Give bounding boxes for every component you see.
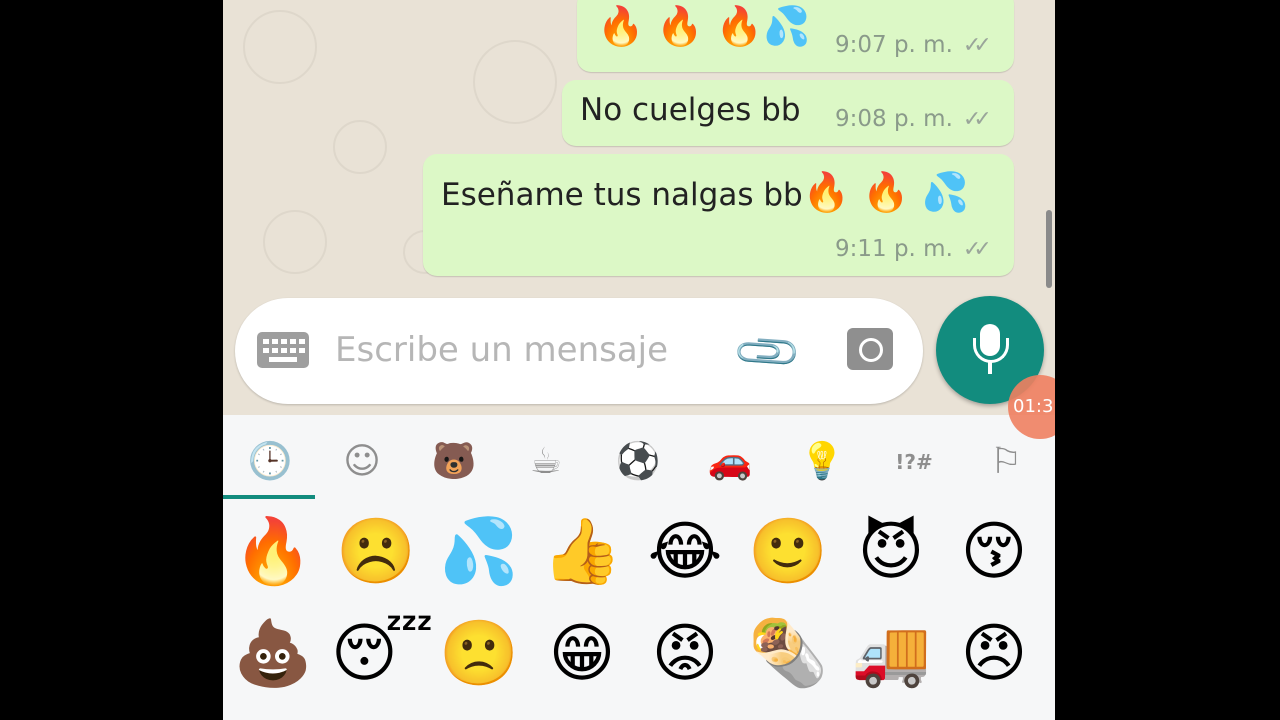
message-meta: 9:11 p. m. ✓✓ — [835, 236, 992, 262]
emoji-burrito[interactable]: 🌯 — [743, 617, 833, 691]
emoji-grinning[interactable]: 😁 — [537, 617, 627, 691]
emoji-smiling-devil[interactable]: 😈 — [846, 515, 936, 589]
message-time: 9:08 p. m. — [835, 106, 953, 132]
emoji-tears-of-joy[interactable]: 😂 — [640, 515, 730, 589]
message-time: 9:07 p. m. — [835, 32, 953, 58]
emoji-thumbs-up[interactable]: 👍 — [537, 515, 627, 589]
message-emoji: 🔥 🔥 🔥💦 — [597, 4, 811, 48]
tab-travel-icon[interactable]: 🚗 — [705, 437, 755, 487]
wallpaper-doodle — [473, 40, 557, 124]
message-meta: 9:08 p. m. ✓✓ — [835, 106, 992, 132]
message-text: Eseñame tus nalgas bb — [441, 177, 803, 213]
keyboard-icon[interactable] — [257, 332, 309, 368]
emoji-keyboard: 🕒 ☺ 🐻 ☕ ⚽ 🚗 💡 !?# ⚐ 🔥 ☹️ 💦 👍 😂 🙂 😈 😚 💩 😴… — [223, 415, 1055, 720]
tab-recent-icon[interactable]: 🕒 — [245, 437, 295, 487]
emoji-slight-frown[interactable]: 🙁 — [434, 617, 524, 691]
message-input[interactable]: Escribe un mensaje — [335, 330, 668, 370]
tab-flags-icon[interactable]: ⚐ — [981, 437, 1031, 487]
read-receipt-icon: ✓✓ — [962, 236, 992, 262]
emoji-angry[interactable]: 😠 — [949, 617, 1039, 691]
message-meta: 9:07 p. m. ✓✓ — [835, 32, 992, 58]
emoji-poop[interactable]: 💩 — [228, 617, 318, 691]
emoji-pouting[interactable]: 😡 — [640, 617, 730, 691]
outgoing-message[interactable]: No cuelges bb 9:08 p. m. ✓✓ — [562, 80, 1014, 146]
message-time: 9:11 p. m. — [835, 236, 953, 262]
wallpaper-doodle — [263, 210, 327, 274]
outgoing-message[interactable]: Eseñame tus nalgas bb🔥 🔥 💦 9:11 p. m. ✓✓ — [423, 154, 1014, 276]
read-receipt-icon: ✓✓ — [962, 32, 992, 58]
emoji-frowning[interactable]: ☹️ — [331, 515, 421, 589]
attach-icon[interactable]: 📎 — [730, 314, 805, 390]
emoji-sweat-droplets[interactable]: 💦 — [434, 515, 524, 589]
tab-symbols-icon[interactable]: !?# — [889, 437, 939, 487]
active-tab-indicator — [223, 495, 315, 499]
recording-timer: 01:3 — [1013, 396, 1054, 417]
tab-animals-icon[interactable]: 🐻 — [429, 437, 479, 487]
outgoing-message[interactable]: 🔥 🔥 🔥💦 9:07 p. m. ✓✓ — [577, 0, 1014, 72]
microphone-icon-arc — [973, 338, 1009, 363]
phone-screen: 🔥 🔥 🔥💦 9:07 p. m. ✓✓ No cuelges bb 9:08 … — [223, 0, 1055, 720]
microphone-icon-stem — [988, 362, 992, 374]
tab-activity-icon[interactable]: ⚽ — [613, 437, 663, 487]
read-receipt-icon: ✓✓ — [962, 106, 992, 132]
chat-scrollbar[interactable] — [1046, 210, 1052, 288]
wallpaper-doodle — [243, 10, 317, 84]
camera-icon[interactable] — [847, 328, 893, 370]
tab-objects-icon[interactable]: 💡 — [797, 437, 847, 487]
emoji-fire[interactable]: 🔥 — [228, 515, 318, 589]
message-text: No cuelges bb — [580, 92, 801, 128]
wallpaper-doodle — [333, 120, 387, 174]
message-emoji: 🔥 🔥 💦 — [802, 170, 969, 214]
emoji-truck[interactable]: 🚚 — [846, 617, 936, 691]
emoji-kissing[interactable]: 😚 — [949, 515, 1039, 589]
chat-background: 🔥 🔥 🔥💦 9:07 p. m. ✓✓ No cuelges bb 9:08 … — [223, 0, 1055, 415]
message-text-row: Eseñame tus nalgas bb🔥 🔥 💦 — [441, 170, 969, 215]
tab-smileys-icon[interactable]: ☺ — [337, 437, 387, 487]
tab-food-icon[interactable]: ☕ — [521, 437, 571, 487]
message-composer[interactable]: Escribe un mensaje 📎 — [235, 298, 923, 404]
emoji-slight-smile[interactable]: 🙂 — [743, 515, 833, 589]
emoji-sleeping[interactable]: 😴 — [331, 617, 434, 691]
